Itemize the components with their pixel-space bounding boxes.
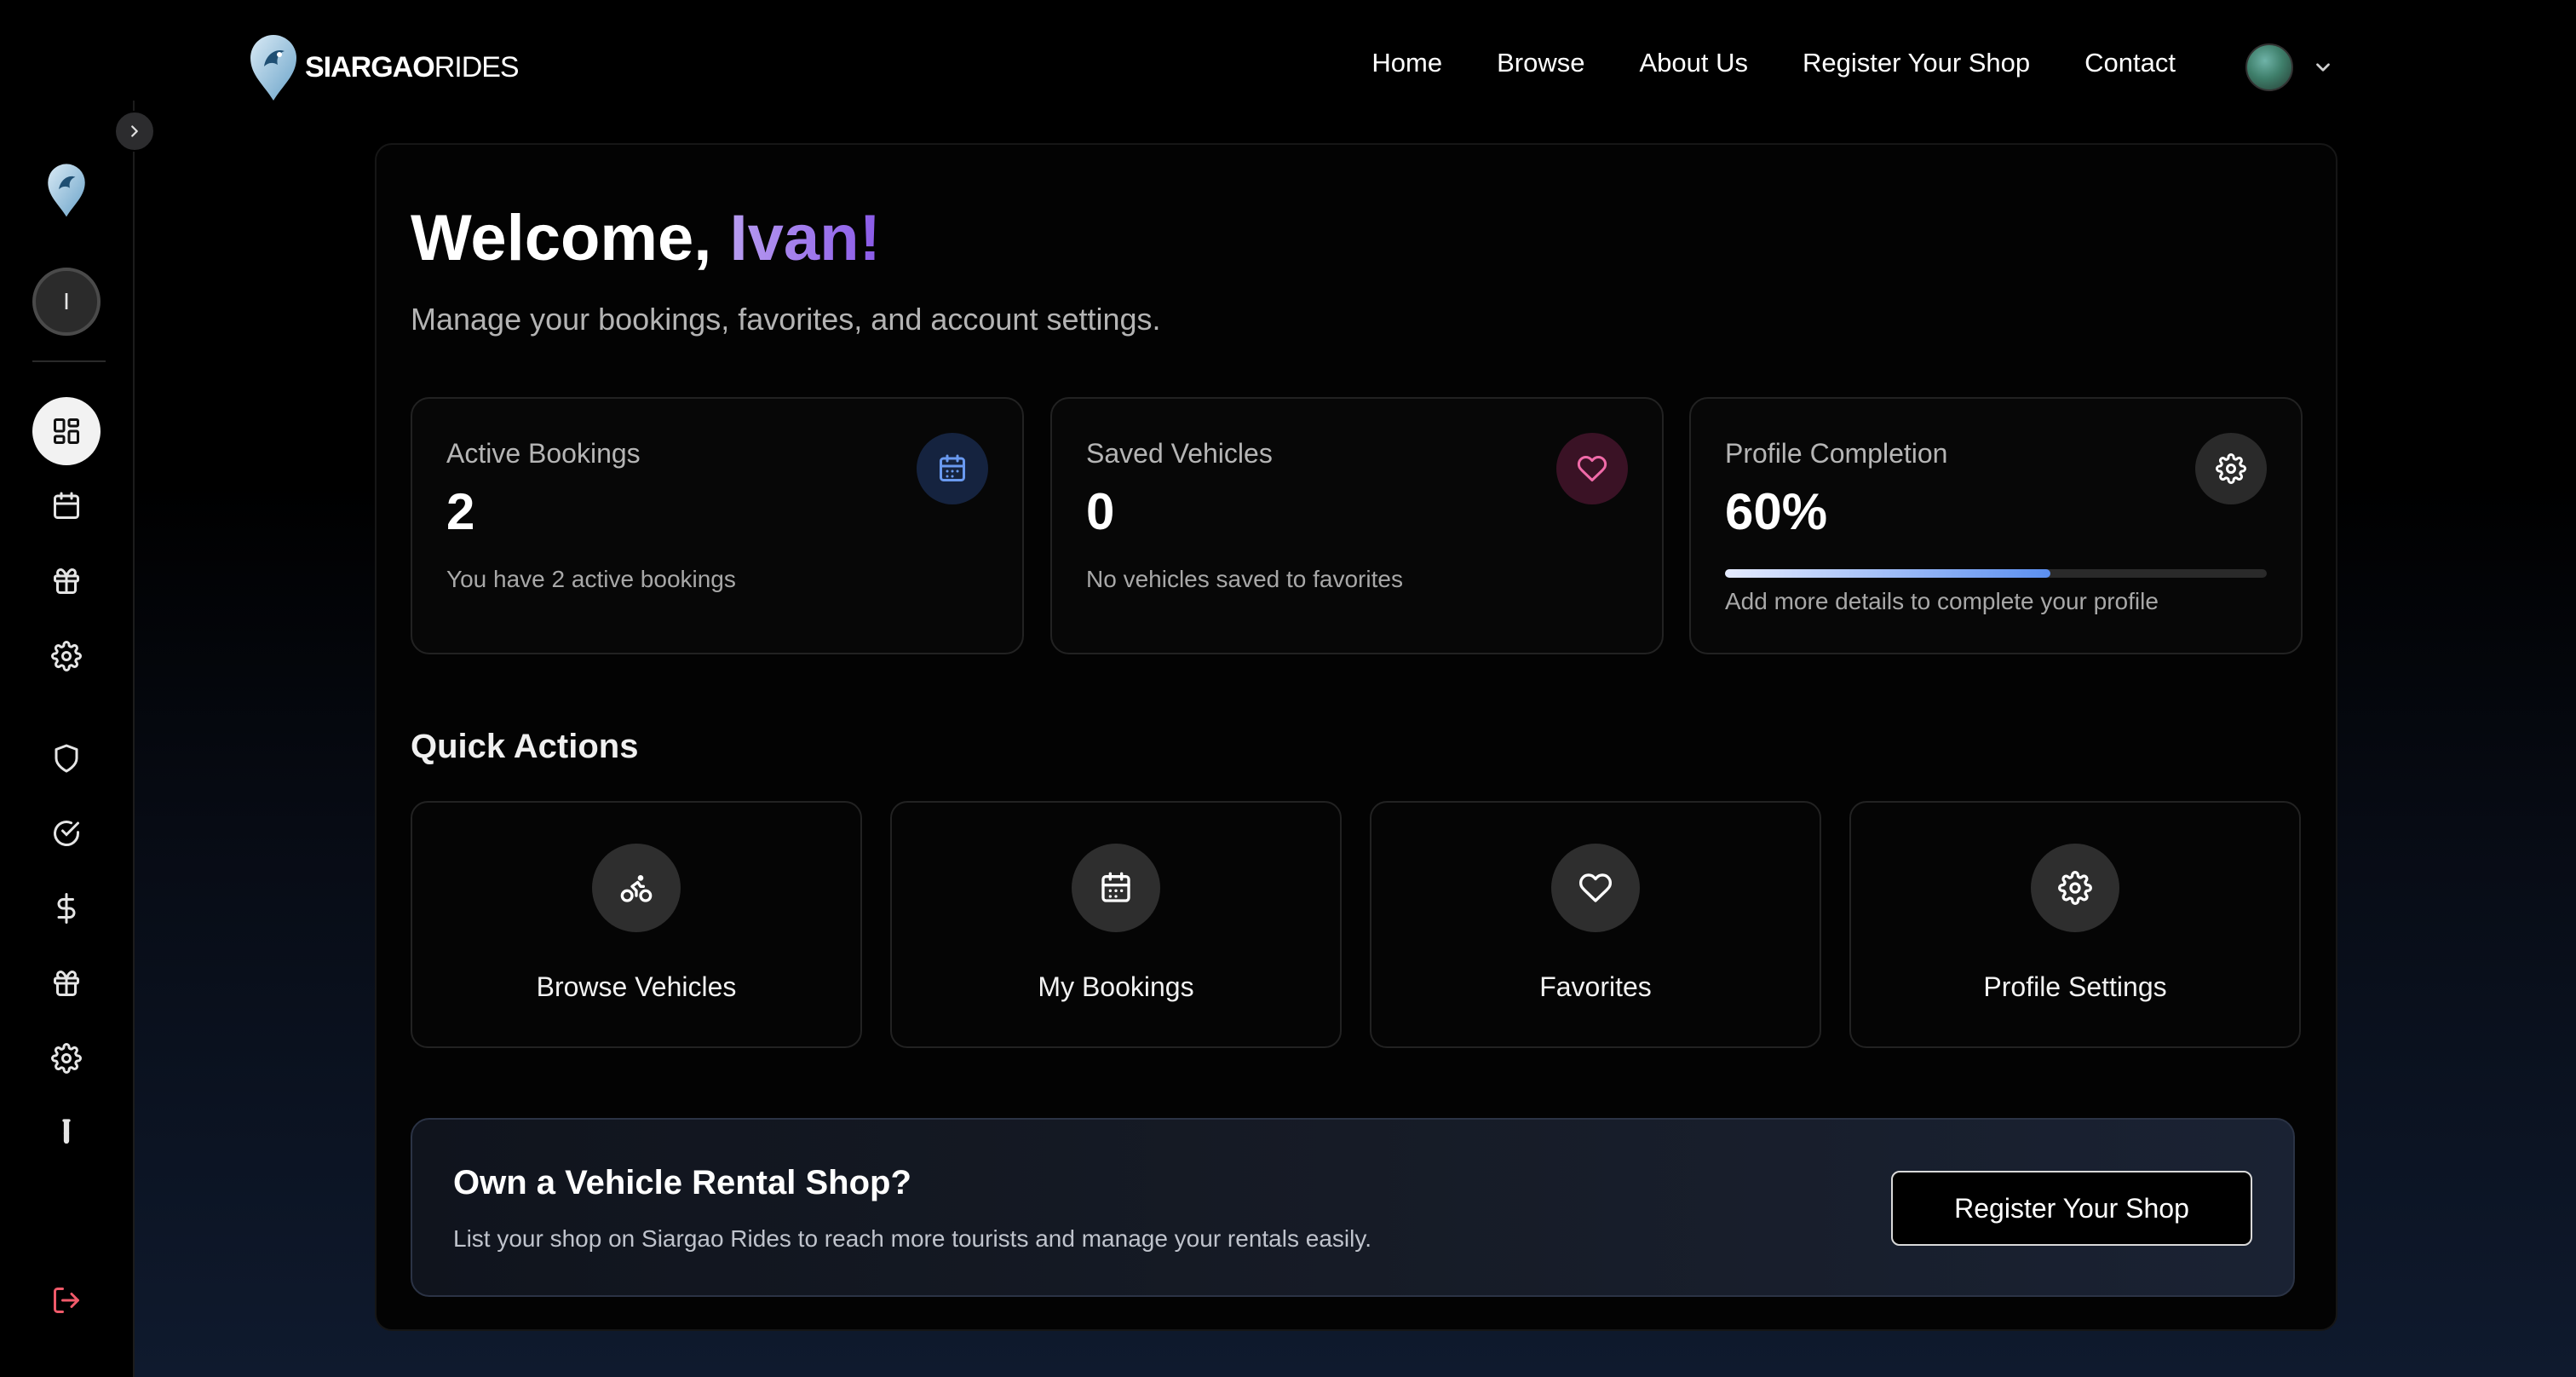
- banner-title: Own a Vehicle Rental Shop?: [453, 1164, 911, 1201]
- sidebar-item-preferences[interactable]: [32, 1024, 101, 1092]
- gear-icon: [51, 641, 82, 671]
- quick-action-label: My Bookings: [1038, 971, 1194, 1002]
- quick-action-icon-badge: [1551, 844, 1640, 932]
- page-title: Welcome, Ivan!: [411, 206, 881, 271]
- sidebar-item-test[interactable]: [32, 1099, 101, 1167]
- gift-icon: [54, 568, 79, 594]
- quick-action-icon-badge: [2031, 844, 2119, 932]
- profile-progress-bar: [1725, 569, 2267, 578]
- sidebar-item-verification[interactable]: [32, 799, 101, 867]
- check-circle-icon: [54, 821, 79, 846]
- quick-action-browse-vehicles[interactable]: Browse Vehicles: [411, 801, 862, 1048]
- stat-description: No vehicles saved to favorites: [1086, 566, 1403, 592]
- dashboard-grid-icon: [54, 418, 79, 444]
- sidebar-item-dashboard[interactable]: [32, 397, 101, 465]
- quick-action-icon-badge: [1072, 844, 1160, 932]
- top-nav: Home Browse About Us Register Your Shop …: [1371, 48, 2176, 78]
- chevron-down-icon[interactable]: [2312, 56, 2334, 78]
- sidebar-item-security[interactable]: [32, 724, 101, 792]
- stat-value: 2: [446, 483, 475, 540]
- brand-name: SIARGAORIDES: [305, 50, 520, 84]
- sidebar-item-payments[interactable]: [32, 874, 101, 942]
- quick-action-label: Profile Settings: [1983, 971, 2167, 1002]
- nav-browse-link[interactable]: Browse: [1497, 48, 1584, 78]
- quick-action-favorites[interactable]: Favorites: [1370, 801, 1821, 1048]
- brand-pin-icon: [250, 35, 296, 101]
- quick-action-profile-settings[interactable]: Profile Settings: [1849, 801, 2301, 1048]
- chevron-right-icon: [131, 125, 138, 137]
- stat-title: Profile Completion: [1725, 438, 1948, 469]
- stat-card-active-bookings: Active Bookings 2 You have 2 active book…: [411, 397, 1024, 654]
- shield-icon: [55, 744, 78, 773]
- sidebar-item-gifts[interactable]: [32, 949, 101, 1017]
- calendar-icon: [940, 454, 965, 481]
- dashboard-panel: Welcome, Ivan! Manage your bookings, fav…: [375, 143, 2337, 1331]
- nav-home-link[interactable]: Home: [1371, 48, 1442, 78]
- quick-action-icon-badge: [592, 844, 681, 932]
- dollar-icon: [57, 893, 76, 924]
- welcome-greeting: Welcome,: [411, 202, 712, 274]
- stat-icon-badge: [1556, 433, 1628, 504]
- register-shop-button[interactable]: Register Your Shop: [1891, 1171, 2252, 1246]
- gear-icon: [2058, 871, 2092, 905]
- calendar-icon: [54, 492, 79, 519]
- brand-logo[interactable]: SIARGAORIDES: [247, 32, 520, 102]
- stat-description: Add more details to complete your profil…: [1725, 588, 2159, 614]
- gear-icon: [51, 1043, 82, 1074]
- stat-icon-badge: [2195, 433, 2267, 504]
- profile-progress-fill: [1725, 569, 2050, 578]
- quick-action-label: Browse Vehicles: [536, 971, 737, 1002]
- stat-icon-badge: [917, 433, 988, 504]
- quick-action-my-bookings[interactable]: My Bookings: [890, 801, 1342, 1048]
- stat-title: Saved Vehicles: [1086, 438, 1273, 469]
- calendar-icon: [1101, 872, 1130, 902]
- stat-value: 60%: [1725, 483, 1828, 540]
- logout-icon: [54, 1288, 79, 1313]
- page-subtitle: Manage your bookings, favorites, and acc…: [411, 302, 1161, 337]
- sidebar-item-bookings[interactable]: [32, 472, 101, 540]
- sidebar-expand-button[interactable]: [114, 111, 155, 152]
- user-avatar[interactable]: [2245, 43, 2293, 91]
- stat-value: 0: [1086, 483, 1115, 540]
- gear-icon: [2216, 453, 2246, 484]
- stat-description: You have 2 active bookings: [446, 566, 736, 592]
- nav-register-shop-link[interactable]: Register Your Shop: [1803, 48, 2030, 78]
- user-initial-badge[interactable]: I: [32, 268, 101, 336]
- sidebar: I: [0, 101, 135, 1377]
- heart-icon: [1578, 873, 1613, 902]
- stat-card-profile-completion: Profile Completion 60% Add more details …: [1689, 397, 2303, 654]
- register-shop-banner: Own a Vehicle Rental Shop? List your sho…: [411, 1118, 2295, 1297]
- banner-description: List your shop on Siargao Rides to reach…: [453, 1225, 1372, 1252]
- stat-title: Active Bookings: [446, 438, 641, 469]
- quick-action-label: Favorites: [1539, 971, 1652, 1002]
- sidebar-logo-icon[interactable]: [44, 162, 89, 218]
- sidebar-item-settings[interactable]: [32, 622, 101, 690]
- stat-card-saved-vehicles: Saved Vehicles 0 No vehicles saved to fa…: [1050, 397, 1664, 654]
- sidebar-item-rewards[interactable]: [32, 547, 101, 615]
- nav-about-link[interactable]: About Us: [1640, 48, 1749, 78]
- sidebar-divider: [32, 360, 106, 362]
- nav-contact-link[interactable]: Contact: [2084, 48, 2176, 78]
- test-tube-icon: [62, 1119, 71, 1144]
- welcome-user-name: Ivan!: [729, 202, 881, 274]
- heart-icon: [1577, 455, 1607, 481]
- user-initial: I: [63, 288, 70, 314]
- bicycle-icon: [620, 875, 653, 902]
- quick-actions-heading: Quick Actions: [411, 728, 639, 765]
- sidebar-item-logout[interactable]: [32, 1266, 101, 1334]
- gift-icon: [54, 970, 79, 996]
